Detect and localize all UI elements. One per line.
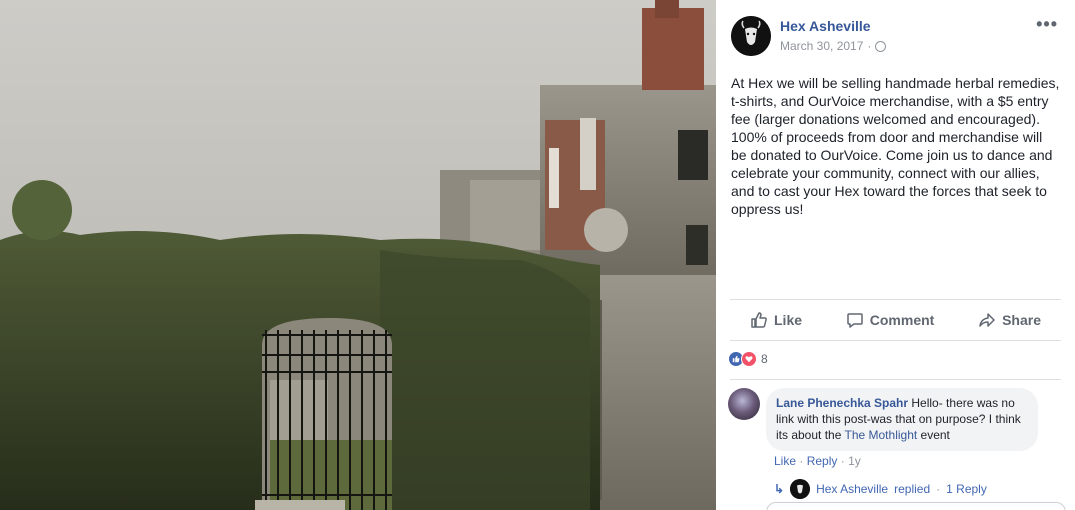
comment-dot-1: · — [799, 454, 804, 468]
comment-author[interactable]: Lane Phenechka Spahr — [776, 396, 908, 410]
post-date[interactable]: March 30, 2017 — [780, 39, 863, 53]
share-label: Share — [1002, 312, 1041, 328]
reaction-count: 8 — [761, 352, 768, 366]
like-button[interactable]: Like — [730, 311, 822, 329]
post-meta: March 30, 2017 · — [780, 39, 887, 53]
action-bar: Like Comment Share — [730, 304, 1061, 336]
post-text: At Hex we will be selling handmade herba… — [731, 75, 1060, 217]
comment-time[interactable]: 1y — [848, 454, 861, 468]
goat-icon — [790, 479, 811, 499]
share-button[interactable]: Share — [958, 311, 1061, 329]
globe-icon — [875, 40, 887, 52]
page-avatar[interactable] — [731, 16, 771, 56]
replies-link[interactable]: ↳ Hex Asheville replied · 1 Reply — [774, 479, 987, 499]
comment-reply-link[interactable]: Reply — [807, 454, 838, 468]
reply-author: Hex Asheville — [816, 482, 889, 496]
goat-icon — [731, 16, 771, 56]
reply-count: 1 Reply — [946, 482, 987, 496]
divider-top — [730, 299, 1061, 300]
post-photo[interactable] — [0, 0, 716, 510]
comment-text-after: event — [917, 428, 950, 442]
reactions-summary[interactable]: 8 — [728, 351, 768, 367]
comment-icon — [847, 313, 863, 328]
meta-separator: · — [867, 39, 872, 53]
ruined-building-photo — [0, 0, 716, 510]
love-reaction-icon — [741, 351, 757, 367]
comment-button[interactable]: Comment — [826, 311, 955, 329]
comment-actions: Like · Reply · 1y — [774, 454, 861, 468]
reply-action: replied — [894, 482, 931, 496]
divider-bottom — [730, 340, 1061, 341]
commenter-avatar[interactable] — [728, 388, 760, 420]
comment-label: Comment — [869, 312, 935, 328]
share-icon — [979, 313, 995, 327]
thumbs-up-icon — [751, 312, 767, 328]
reply-dot: · — [936, 482, 941, 496]
comment-dot-2: · — [840, 454, 845, 468]
reply-arrow-icon: ↳ — [774, 482, 785, 496]
comment-like-link[interactable]: Like — [774, 454, 796, 468]
page-name-link[interactable]: Hex Asheville — [780, 18, 871, 34]
comment-bubble: Lane Phenechka Spahr Hello- there was no… — [766, 388, 1038, 451]
event-link[interactable]: The Mothlight — [845, 428, 918, 442]
like-label: Like — [774, 312, 803, 328]
reply-avatar — [790, 479, 811, 499]
more-options-icon[interactable]: ••• — [1036, 14, 1058, 35]
divider-comments — [730, 379, 1061, 380]
post-panel: Hex Asheville March 30, 2017 · ••• At He… — [716, 0, 1075, 510]
comment-input-edge[interactable] — [766, 502, 1066, 510]
